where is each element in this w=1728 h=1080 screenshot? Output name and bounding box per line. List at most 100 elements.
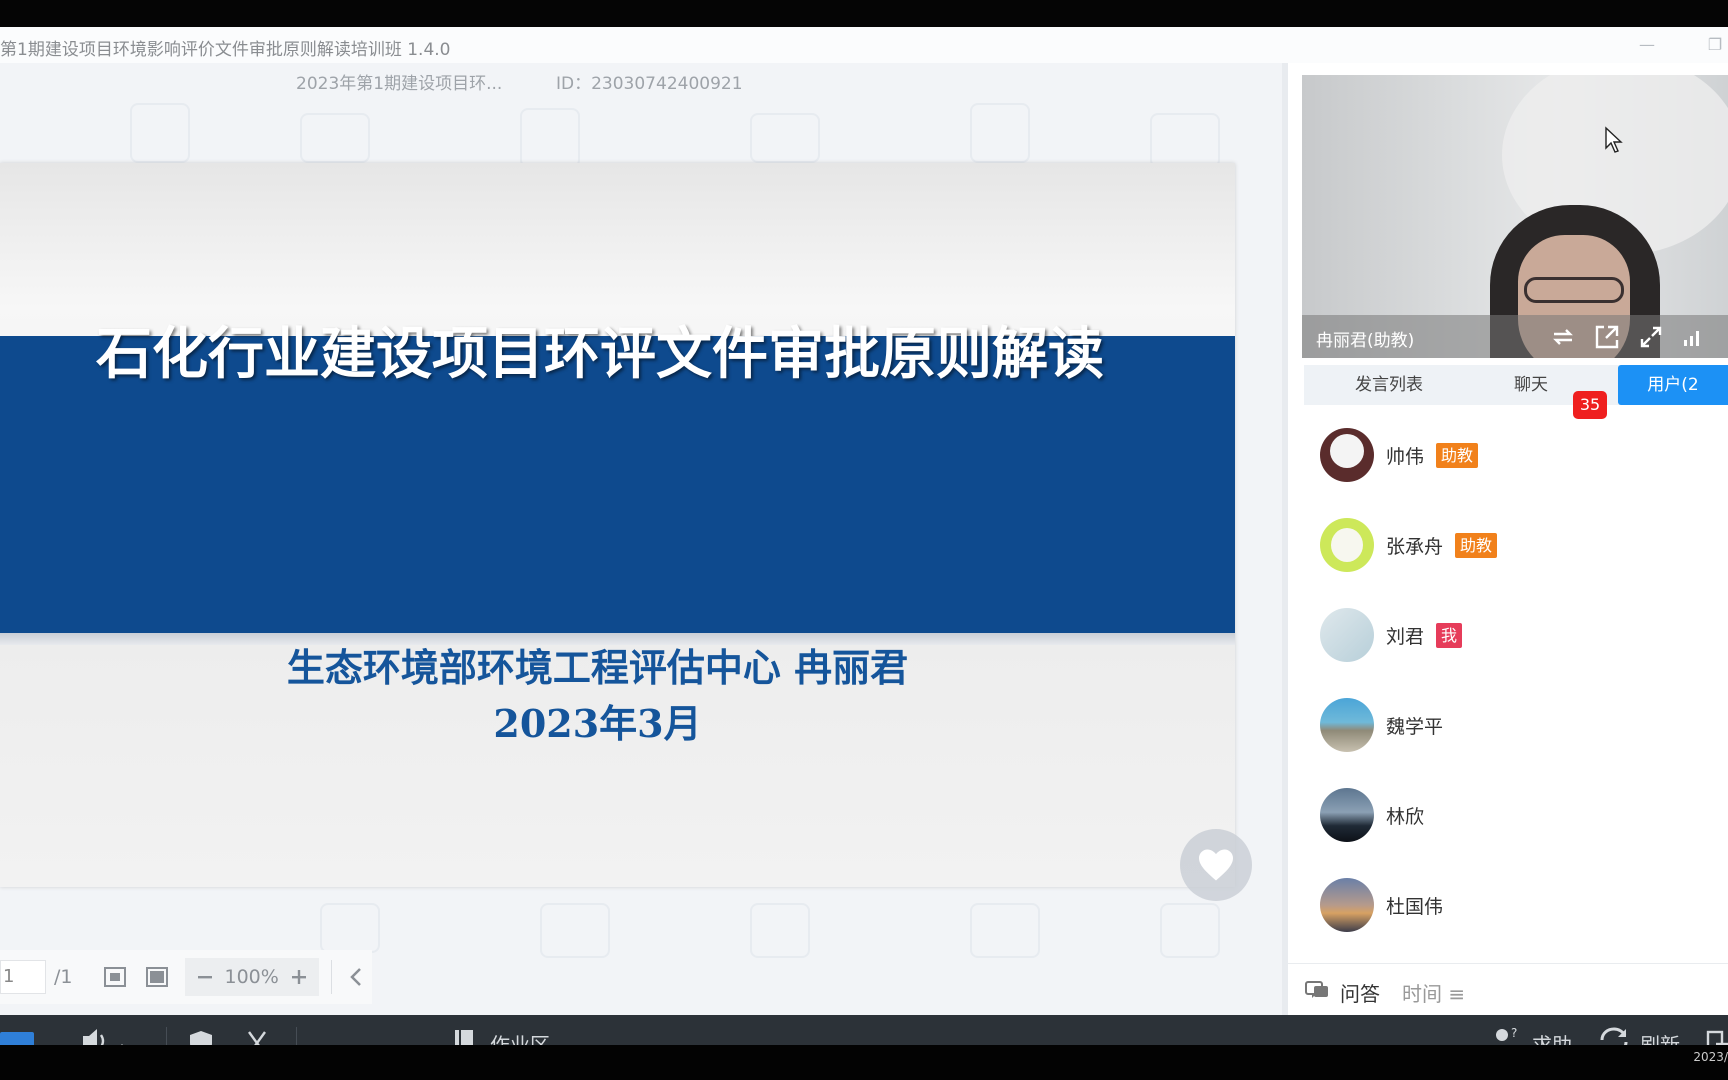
scissors-icon[interactable] — [244, 1015, 270, 1045]
user-list-item[interactable]: 杜国伟 — [1320, 877, 1720, 933]
watermark-shape — [320, 903, 380, 953]
signal-icon — [1678, 322, 1708, 352]
right-sidebar: 冉丽君(助教) 发言列表 聊天 用户(2 35 帅伟 助教 张承舟 助教 刘君 … — [1282, 63, 1728, 1015]
volume-control[interactable] — [80, 1015, 128, 1045]
fit-page-icon[interactable] — [101, 963, 129, 991]
session-id: ID：23030742400921 — [556, 74, 743, 94]
svg-text:?: ? — [1511, 1026, 1517, 1040]
role-tag: 助教 — [1436, 442, 1479, 468]
slide-organization: 生态环境部环境工程评估中心 冉丽君 — [286, 646, 909, 690]
slide-toolbar: 1 /1 100% — [0, 950, 372, 1004]
help-button[interactable]: ? 求助 — [1490, 1015, 1572, 1045]
toolbar-divider — [330, 960, 332, 994]
watermark-shape — [970, 903, 1040, 958]
presentation-area: 2023年第1期建设项目环... ID：23030742400921 石化行业建… — [0, 63, 1282, 1015]
watermark-shape — [300, 113, 370, 163]
sidebar-divider — [1282, 63, 1288, 1015]
qa-panel-header[interactable]: 问答 时间 ≡ — [1288, 963, 1728, 1015]
watermark-shape — [970, 103, 1030, 163]
user-name: 张承舟 — [1386, 535, 1444, 558]
slide-canvas: 石化行业建设项目环评文件审批原则解读 生态环境部环境工程评估中心 冉丽君 202… — [0, 163, 1235, 887]
presenter-name: 冉丽君(助教) — [1316, 331, 1415, 351]
app-window: 第1期建设项目环境影响评价文件审批原则解读培训班 1.4.0 — ❐ 2023年… — [0, 27, 1728, 1045]
shield-icon[interactable] — [188, 1015, 218, 1045]
volume-dropdown-icon — [116, 1032, 128, 1045]
tab-users[interactable]: 用户(2 — [1618, 365, 1728, 405]
avatar — [1320, 698, 1374, 752]
book-icon — [452, 1028, 476, 1045]
page-number-input[interactable]: 1 — [0, 960, 46, 994]
user-name: 刘君 — [1386, 625, 1425, 648]
toolbar-divider — [166, 1027, 167, 1045]
qa-icon — [1304, 978, 1330, 1006]
watermark-shape — [130, 103, 190, 163]
fit-width-icon[interactable] — [143, 963, 171, 991]
refresh-button[interactable]: 刷新 — [1598, 1015, 1680, 1045]
refresh-icon — [1598, 1026, 1630, 1045]
watermark-shape — [520, 108, 580, 168]
bottom-toolbar: 作业区 ? 求助 刷新 — [0, 1015, 1728, 1045]
toolbar-divider — [296, 1027, 297, 1045]
user-name: 杜国伟 — [1386, 895, 1444, 918]
session-name: 2023年第1期建设项目环... — [296, 74, 503, 94]
title-bar: 第1期建设项目环境影响评价文件审批原则解读培训班 1.4.0 — ❐ — [0, 27, 1728, 63]
help-label: 求助 — [1532, 1033, 1572, 1045]
presenter-glasses — [1524, 277, 1624, 303]
collapse-left-icon[interactable] — [342, 963, 370, 991]
avatar — [1320, 428, 1374, 482]
refresh-label: 刷新 — [1640, 1033, 1680, 1045]
chat-unread-badge: 35 — [1573, 391, 1607, 419]
watermark-shape — [750, 903, 810, 958]
switch-camera-icon[interactable] — [1548, 322, 1578, 352]
exit-icon[interactable] — [1706, 1015, 1728, 1045]
user-list-item[interactable]: 张承舟 助教 — [1320, 517, 1720, 573]
fullscreen-icon[interactable] — [1636, 322, 1666, 352]
zoom-level: 100% — [224, 966, 279, 988]
user-name: 林欣 — [1386, 805, 1425, 828]
screen-top-bezel — [0, 0, 1728, 27]
tab-speakers[interactable]: 发言列表 — [1304, 365, 1474, 405]
user-list-item[interactable]: 魏学平 — [1320, 697, 1720, 753]
taskbar-strip — [0, 1045, 1728, 1080]
workspace-label: 作业区 — [490, 1033, 550, 1045]
system-clock: 2023/ — [1693, 1050, 1728, 1064]
avatar — [1320, 608, 1374, 662]
user-name: 帅伟 — [1386, 445, 1425, 468]
video-control-bar: 冉丽君(助教) — [1302, 315, 1728, 358]
sidebar-tabs: 发言列表 聊天 用户(2 — [1304, 365, 1728, 405]
zoom-control: 100% — [184, 958, 319, 996]
watermark-shape — [750, 113, 820, 163]
zoom-in-icon[interactable] — [285, 963, 313, 991]
user-list-item[interactable]: 林欣 — [1320, 787, 1720, 843]
restore-button[interactable]: ❐ — [1700, 31, 1728, 59]
avatar — [1320, 788, 1374, 842]
user-name: 魏学平 — [1386, 715, 1444, 738]
minimize-button[interactable]: — — [1632, 31, 1662, 59]
presenter-video[interactable]: 冉丽君(助教) — [1302, 75, 1728, 358]
slide-date: 2023年3月 — [493, 701, 702, 746]
popout-icon[interactable] — [1592, 322, 1622, 352]
mouse-cursor-icon — [1604, 126, 1624, 158]
heart-icon — [1199, 849, 1233, 881]
role-tag: 助教 — [1455, 532, 1498, 558]
volume-icon — [80, 1026, 112, 1045]
app-logo-icon — [0, 1015, 34, 1045]
avatar — [1320, 518, 1374, 572]
qa-label: 问答 — [1340, 982, 1380, 1006]
watermark-shape — [1150, 113, 1220, 168]
user-list-item[interactable]: 帅伟 助教 — [1320, 427, 1720, 483]
user-list-item[interactable]: 刘君 我 — [1320, 607, 1720, 663]
workspace-button[interactable]: 作业区 — [452, 1015, 550, 1045]
like-button[interactable] — [1180, 829, 1252, 901]
window-title: 第1期建设项目环境影响评价文件审批原则解读培训班 1.4.0 — [0, 40, 451, 60]
avatar — [1320, 878, 1374, 932]
watermark-shape — [1160, 903, 1220, 958]
tab-chat[interactable]: 聊天 — [1474, 365, 1588, 405]
slide-title: 石化行业建设项目环评文件审批原则解读 — [96, 322, 1104, 387]
zoom-out-icon[interactable] — [191, 963, 219, 991]
help-user-icon: ? — [1490, 1026, 1520, 1045]
role-tag: 我 — [1436, 622, 1463, 648]
watermark-shape — [540, 903, 610, 958]
page-total: /1 — [54, 966, 73, 988]
qa-sort-time[interactable]: 时间 ≡ — [1402, 978, 1465, 1007]
